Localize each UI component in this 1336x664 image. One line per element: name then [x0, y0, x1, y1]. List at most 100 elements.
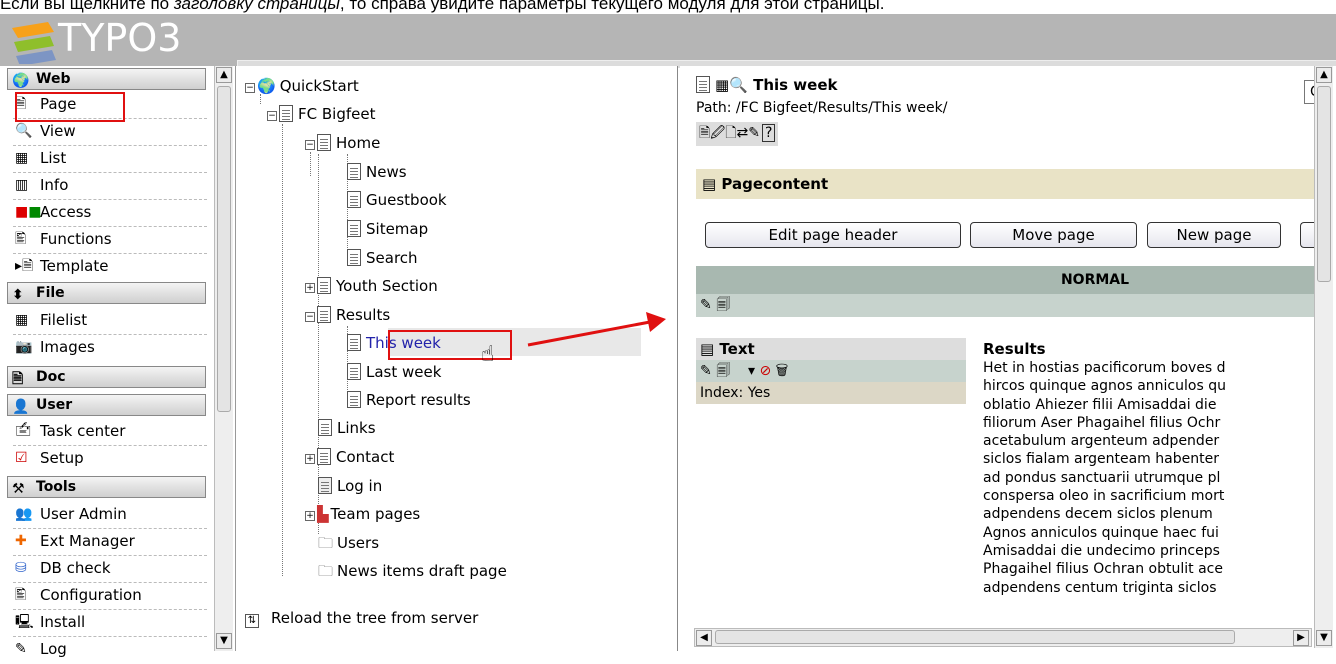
move-page-button[interactable]: Move page: [970, 222, 1137, 248]
expand-icon[interactable]: +: [305, 454, 315, 464]
folder-icon: 🗀: [318, 534, 334, 552]
tree-node-team-pages[interactable]: + ▙ Team pages: [305, 504, 420, 524]
button-label: Move page: [1012, 226, 1095, 244]
edit-icon[interactable]: ✎: [700, 297, 712, 313]
collapse-icon[interactable]: −: [245, 83, 255, 93]
scroll-up-icon[interactable]: ▲: [1316, 67, 1332, 83]
results-line: adpendens centum triginta siclos: [983, 579, 1217, 596]
menu-item-db-check[interactable]: ⛁ DB check: [13, 556, 207, 583]
menu-item-view[interactable]: 🔍 View: [13, 119, 207, 146]
typo3-logo-text: TYPO3: [58, 16, 182, 60]
menu-item-access[interactable]: ■■ Access: [13, 200, 207, 227]
menu-section-user[interactable]: 👤 User: [7, 394, 206, 416]
tree-node-contact[interactable]: + Contact: [305, 447, 394, 467]
menu-item-info[interactable]: ▥ Info: [13, 173, 207, 200]
move-page-icon[interactable]: ⇄: [736, 125, 748, 141]
edit-page-header-button[interactable]: Edit page header: [705, 222, 961, 248]
tree-node-links[interactable]: Links: [318, 418, 376, 438]
hide-icon[interactable]: ⊘: [759, 363, 771, 379]
menu-item-label: Task center: [40, 422, 126, 440]
template-icon: ▸🗎: [15, 258, 34, 274]
tree-node-label: Contact: [336, 448, 395, 466]
access-icon: ■■: [15, 204, 42, 220]
menu-section-tools[interactable]: ⚒ Tools: [7, 476, 206, 498]
puzzle-icon: ✚: [15, 533, 27, 549]
content-scrollbar[interactable]: ▲ ▼: [1314, 66, 1333, 648]
tree-node-youth-section[interactable]: + Youth Section: [305, 276, 438, 296]
tree-line: [282, 124, 283, 576]
page-title: This week: [753, 76, 838, 94]
tree-node-fc-bigfeet[interactable]: − FC Bigfeet: [267, 104, 375, 124]
tree-node-results[interactable]: − Results: [305, 305, 390, 325]
menu-item-images[interactable]: 📷 Images: [13, 335, 207, 362]
tree-node-label: Home: [336, 134, 381, 152]
menu-item-setup[interactable]: ☑ Setup: [13, 446, 207, 473]
collapse-icon[interactable]: −: [305, 312, 315, 322]
scroll-right-icon[interactable]: ▶: [1293, 630, 1309, 646]
results-line: Het in hostias pacificorum boves d: [983, 360, 1226, 376]
edit-page-icon[interactable]: 🖉: [710, 125, 725, 141]
menu-section-doc[interactable]: 🗎 Doc: [7, 366, 206, 388]
menu-section-file[interactable]: ⬍ File: [7, 282, 206, 304]
menu-item-task-center[interactable]: 🖆 Task center: [13, 419, 207, 446]
results-line: Phagaihel filius Ochran obtulit ace: [983, 561, 1223, 578]
collapse-icon[interactable]: −: [305, 140, 315, 150]
menu-item-ext-manager[interactable]: ✚ Ext Manager: [13, 529, 207, 556]
scroll-down-icon[interactable]: ▼: [1316, 630, 1332, 646]
move-down-icon[interactable]: ▾: [748, 363, 755, 379]
help-icon[interactable]: ?: [761, 124, 776, 142]
new-content-icon[interactable]: 🗐: [716, 363, 730, 379]
page-icon: [317, 277, 331, 294]
results-line: conspersa oleo in sacrificium mort: [983, 488, 1225, 505]
list-icon: ▦: [15, 150, 29, 166]
page-toolbar: 🗎🖉🗋⇄✎?: [696, 122, 779, 146]
tree-node-guestbook[interactable]: Guestbook: [347, 190, 447, 210]
pagecontent-label: Pagecontent: [721, 175, 829, 193]
reload-tree-link[interactable]: ⇅ Reload the tree from server: [245, 608, 478, 628]
tree-node-label: Log in: [337, 477, 383, 495]
scroll-left-icon[interactable]: ◀: [696, 630, 712, 646]
tree-node-sitemap[interactable]: Sitemap: [347, 219, 428, 239]
new-content-icon[interactable]: 🗐: [716, 297, 730, 313]
delete-icon[interactable]: 🗑: [776, 363, 789, 379]
view-page-icon[interactable]: 🗎: [699, 125, 710, 141]
new-page-button[interactable]: New page: [1147, 222, 1281, 248]
page-icon: [347, 191, 361, 208]
menu-item-user-admin[interactable]: 👥 User Admin: [13, 502, 207, 529]
scroll-thumb[interactable]: [1317, 86, 1331, 282]
log-icon: ✎: [15, 641, 27, 657]
collapse-icon[interactable]: −: [267, 111, 277, 121]
menu-item-install[interactable]: 🖳 Install: [13, 610, 207, 637]
edit-icon[interactable]: ✎: [700, 363, 712, 379]
new-page-icon[interactable]: 🗋: [725, 125, 736, 141]
scroll-thumb[interactable]: [217, 86, 231, 412]
tree-node-news-items-draft[interactable]: 🗀 News items draft page: [318, 561, 507, 581]
content-horizontal-scrollbar[interactable]: ◀ ▶: [694, 628, 1312, 647]
scroll-up-icon[interactable]: ▲: [216, 67, 232, 83]
tree-node-root[interactable]: − 🌍 QuickStart: [245, 76, 359, 96]
scroll-thumb[interactable]: [715, 630, 1235, 644]
menu-scrollbar[interactable]: ▲ ▼: [214, 66, 233, 651]
tree-node-last-week[interactable]: Last week: [347, 362, 441, 382]
history-icon[interactable]: ✎: [748, 125, 760, 141]
expand-icon[interactable]: +: [305, 283, 315, 293]
menu-item-filelist[interactable]: ▦ Filelist: [13, 308, 207, 335]
menu-item-template[interactable]: ▸🗎 Template: [13, 254, 207, 281]
tree-node-news[interactable]: News: [347, 162, 407, 182]
page-icon: [696, 76, 710, 93]
tree-node-label: Last week: [366, 363, 442, 381]
menu-item-configuration[interactable]: 🖺 Configuration: [13, 583, 207, 610]
tree-node-report-results[interactable]: Report results: [347, 390, 471, 410]
menu-item-label: Filelist: [40, 311, 88, 329]
menu-item-list[interactable]: ▦ List: [13, 146, 207, 173]
scroll-down-icon[interactable]: ▼: [216, 633, 232, 649]
button-label: New page: [1176, 226, 1252, 244]
tree-node-home[interactable]: − Home: [305, 133, 380, 153]
tree-node-search[interactable]: Search: [347, 248, 418, 268]
menu-section-web[interactable]: 🌍 Web: [7, 68, 206, 90]
menu-item-functions[interactable]: 🖺 Functions: [13, 227, 207, 254]
expand-icon[interactable]: +: [305, 511, 315, 521]
tree-node-log-in[interactable]: Log in: [318, 476, 382, 496]
results-line: hircos quinque agnos anniculos qu: [983, 378, 1226, 395]
tree-node-users[interactable]: 🗀 Users: [318, 533, 379, 553]
